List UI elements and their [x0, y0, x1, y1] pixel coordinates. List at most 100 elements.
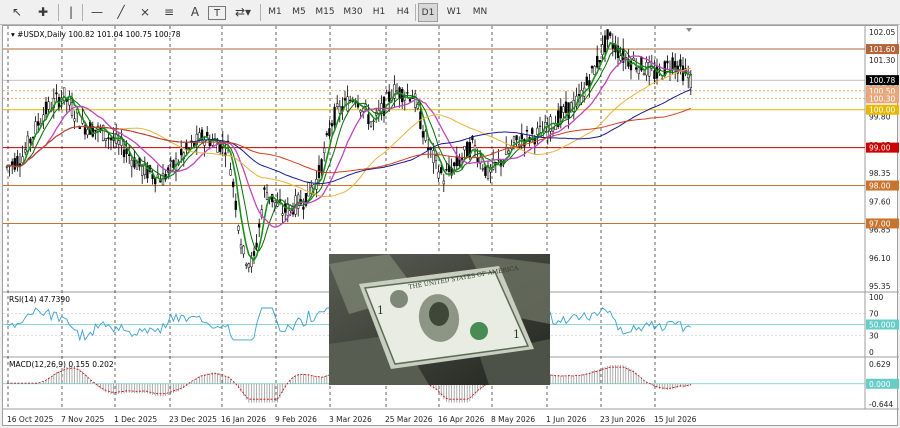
candle-body	[395, 90, 399, 93]
timeframe-mn-button[interactable]: MN	[470, 3, 490, 22]
candle-body	[247, 263, 250, 268]
candle-body	[286, 203, 289, 216]
candle-body	[206, 131, 209, 137]
candle-body	[689, 73, 692, 89]
date-axis-label: 16 Apr 2026	[438, 415, 485, 424]
date-axis-label: 25 Mar 2026	[385, 415, 433, 424]
candle-body	[481, 168, 484, 170]
candle-body	[258, 223, 261, 228]
level-tag-label: 99.00	[869, 144, 891, 153]
candle-body	[185, 142, 188, 151]
level-tag-label: 100.78	[869, 76, 895, 85]
candle-body	[273, 200, 276, 204]
candle-body	[525, 130, 529, 132]
price-axis-label: 102.05	[869, 28, 895, 37]
cursor-icon[interactable]: ↖	[8, 3, 26, 22]
timeframe-h4-button[interactable]: H4	[394, 3, 412, 22]
candle-body	[16, 155, 19, 167]
candle-body	[609, 32, 612, 36]
candle-body	[338, 106, 341, 114]
candle-body	[109, 137, 113, 141]
candle-body	[440, 167, 443, 174]
candle-body	[362, 107, 365, 112]
chart-window[interactable]: ▾ #USDX,Daily 100.82 101.04 100.75 100.7…	[2, 25, 899, 426]
candle-body	[252, 251, 256, 256]
timeframe-d1-button[interactable]: D1	[418, 3, 438, 22]
candle-body	[577, 94, 581, 96]
vertical-line-icon[interactable]: |	[64, 3, 78, 22]
timeframe-m5-button[interactable]: M5	[290, 3, 308, 22]
candle-body	[619, 55, 622, 61]
trendline-icon[interactable]: ╱	[112, 3, 130, 22]
candle-body	[130, 159, 133, 167]
svg-text:1: 1	[377, 304, 384, 317]
candle-body	[320, 159, 323, 173]
candle-body	[460, 157, 464, 160]
candle-body	[463, 146, 466, 151]
date-axis-label: 1 Jun 2026	[546, 415, 587, 424]
candle-body	[606, 29, 609, 40]
candle-body	[453, 162, 456, 167]
timeframe-h1-button[interactable]: H1	[370, 3, 388, 22]
date-axis-label: 8 May 2026	[491, 415, 535, 424]
candle-body	[442, 180, 445, 185]
price-axis-label: 96.10	[869, 254, 891, 263]
candle-body	[372, 120, 375, 122]
candle-body	[141, 166, 144, 176]
candle-body	[336, 103, 339, 107]
candle-body	[562, 106, 565, 113]
candle-body	[29, 138, 32, 144]
candle-body	[385, 92, 388, 94]
candle-body	[593, 66, 596, 75]
ma-fast-line	[6, 41, 692, 262]
candle-body	[388, 91, 391, 102]
candle-body	[369, 121, 373, 127]
text-icon[interactable]: A	[186, 3, 204, 22]
level-tag-label: 101.60	[869, 45, 895, 54]
candle-body	[44, 101, 48, 115]
rsi-axis-label: 0	[869, 348, 874, 357]
fibonacci-icon[interactable]: ≡	[160, 3, 178, 22]
timeframe-w1-button[interactable]: W1	[444, 3, 464, 22]
candle-body	[37, 121, 40, 126]
candle-body	[187, 147, 191, 150]
candle-body	[135, 162, 139, 170]
channel-icon[interactable]: ⨯	[136, 3, 154, 22]
candle-body	[567, 102, 570, 119]
candle-body	[507, 150, 510, 154]
arrows-dropdown-icon[interactable]: ⇄▾	[232, 3, 254, 22]
candle-body	[13, 158, 16, 170]
candle-body	[406, 92, 409, 94]
macd-axis-label: -0.644	[869, 400, 893, 409]
banknote-photo: THE UNITED STATES OF AMERICA 1 1	[329, 254, 550, 385]
timeframe-m30-button[interactable]: M30	[342, 3, 364, 22]
date-axis-label: 16 Jan 2026	[221, 415, 266, 424]
candle-body	[325, 133, 328, 136]
level-tag-label: 97.00	[869, 219, 891, 228]
candle-body	[107, 137, 110, 140]
candle-body	[323, 147, 326, 154]
rsi-axis-label: 100	[869, 293, 884, 302]
macd-value-tag-label: 0.000	[869, 380, 891, 389]
timeframe-m15-button[interactable]: M15	[314, 3, 336, 22]
candle-body	[281, 213, 284, 216]
candle-body	[263, 187, 266, 190]
text-label-icon[interactable]: T	[208, 6, 226, 20]
toolbar: ↖ ✚ | — ╱ ⨯ ≡ A T ⇄▾ M1 M5 M15 M30 H1 H4 D1 W1 M…	[0, 0, 900, 25]
candle-body	[434, 155, 438, 161]
candle-body	[416, 104, 419, 109]
candle-body	[515, 135, 518, 141]
horizontal-line-icon[interactable]: —	[88, 3, 106, 22]
candle-body	[635, 67, 638, 70]
candle-body	[437, 171, 440, 179]
crosshair-icon[interactable]: ✚	[34, 3, 52, 22]
date-axis-label: 9 Feb 2026	[275, 415, 317, 424]
candle-body	[239, 243, 243, 249]
candle-body	[128, 154, 131, 156]
candle-body	[585, 76, 588, 86]
candle-body	[229, 169, 232, 176]
ma-fast2-line	[6, 47, 691, 252]
candle-body	[466, 141, 469, 158]
timeframe-m1-button[interactable]: M1	[266, 3, 284, 22]
candle-body	[596, 55, 599, 68]
